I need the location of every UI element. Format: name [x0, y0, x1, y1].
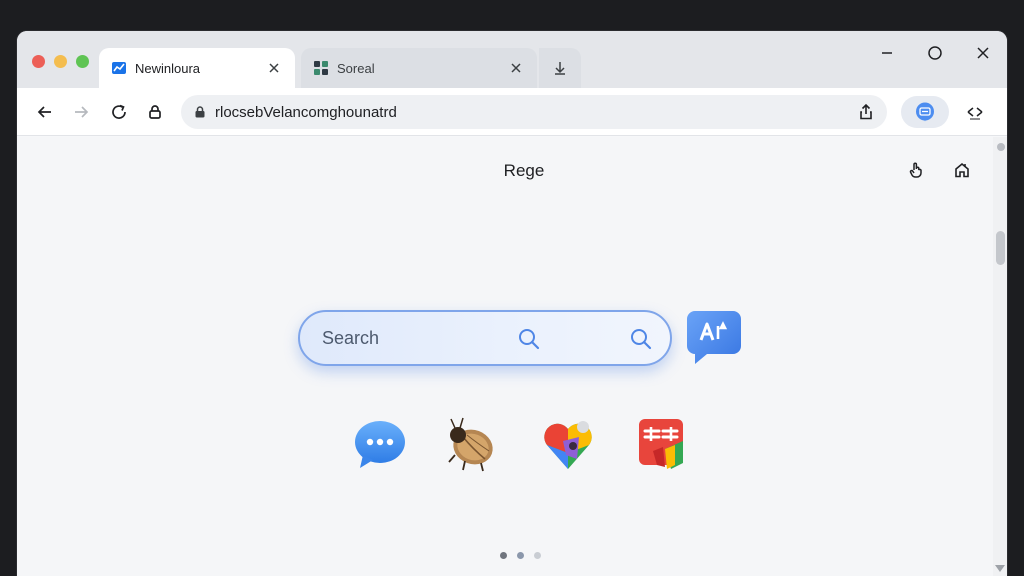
url-text: rlocsebVelancomghounatrd	[215, 103, 397, 121]
page-dot[interactable]	[534, 552, 541, 559]
red-app-icon[interactable]	[635, 415, 693, 473]
browser-window: Newinloura Soreal rlocsebVelancomghounat…	[17, 31, 1007, 576]
lock-icon	[149, 105, 161, 119]
home-icon	[955, 162, 969, 178]
download-button[interactable]	[539, 48, 581, 88]
tab-soreal[interactable]: Soreal	[301, 48, 537, 88]
close-window-dot[interactable]	[32, 55, 45, 68]
close-window-button[interactable]	[971, 41, 995, 65]
scroll-down-arrow-icon[interactable]	[995, 565, 1005, 572]
zoom-window-dot[interactable]	[76, 55, 89, 68]
search-input[interactable]	[322, 327, 502, 349]
share-icon	[860, 103, 872, 120]
maximize-icon	[928, 46, 942, 60]
close-icon	[977, 47, 989, 59]
tab-title: Newinloura	[135, 60, 201, 76]
browser-toolbar: rlocsebVelancomghounatrd	[17, 88, 1007, 136]
search-box[interactable]	[298, 310, 672, 366]
pointer-hand-icon	[909, 162, 922, 178]
pagination-dots	[500, 552, 541, 559]
map-pin-heart-icon[interactable]	[539, 415, 597, 473]
scroll-up-button[interactable]	[997, 143, 1005, 151]
home-button[interactable]	[949, 157, 975, 183]
beetle-icon[interactable]	[441, 415, 499, 473]
page-title: Rege	[503, 161, 545, 180]
minimize-window-dot[interactable]	[54, 55, 67, 68]
minimize-icon	[882, 52, 892, 54]
forward-button[interactable]	[69, 100, 93, 124]
close-tab-icon[interactable]	[507, 59, 525, 77]
share-button[interactable]	[855, 101, 877, 123]
arrow-right-icon	[75, 106, 89, 118]
expand-collapse-button[interactable]	[961, 98, 989, 126]
search-icon[interactable]	[516, 326, 542, 352]
extension-chat-icon	[916, 102, 934, 122]
tab-newinloura[interactable]: Newinloura	[99, 48, 295, 88]
grid-favicon-icon	[313, 60, 329, 76]
download-icon	[555, 62, 565, 75]
lock-icon	[195, 106, 205, 118]
chart-favicon-icon	[111, 60, 127, 76]
arrow-left-icon	[37, 106, 51, 118]
back-button[interactable]	[33, 100, 57, 124]
page-dot-active[interactable]	[517, 552, 524, 559]
address-bar[interactable]: rlocsebVelancomghounatrd	[181, 95, 887, 129]
scroll-thumb[interactable]	[996, 231, 1005, 265]
site-info-button[interactable]	[143, 100, 167, 124]
extension-button[interactable]	[901, 96, 949, 128]
reload-icon	[112, 104, 126, 119]
search-icon[interactable]	[628, 326, 654, 352]
maximize-button[interactable]	[923, 41, 947, 65]
touch-mode-button[interactable]	[903, 157, 929, 183]
ai-assistant-icon[interactable]	[685, 308, 743, 366]
tab-title: Soreal	[337, 60, 375, 76]
tab-strip: Newinloura Soreal	[17, 31, 1007, 88]
page-dot[interactable]	[500, 552, 507, 559]
vertical-scrollbar[interactable]	[993, 137, 1007, 576]
close-tab-icon[interactable]	[265, 59, 283, 77]
page-content: Rege	[17, 137, 1007, 576]
chat-bubble-icon[interactable]	[351, 415, 409, 473]
collapse-arrows-icon	[967, 107, 983, 120]
minimize-button[interactable]	[875, 41, 899, 65]
reload-button[interactable]	[107, 100, 131, 124]
